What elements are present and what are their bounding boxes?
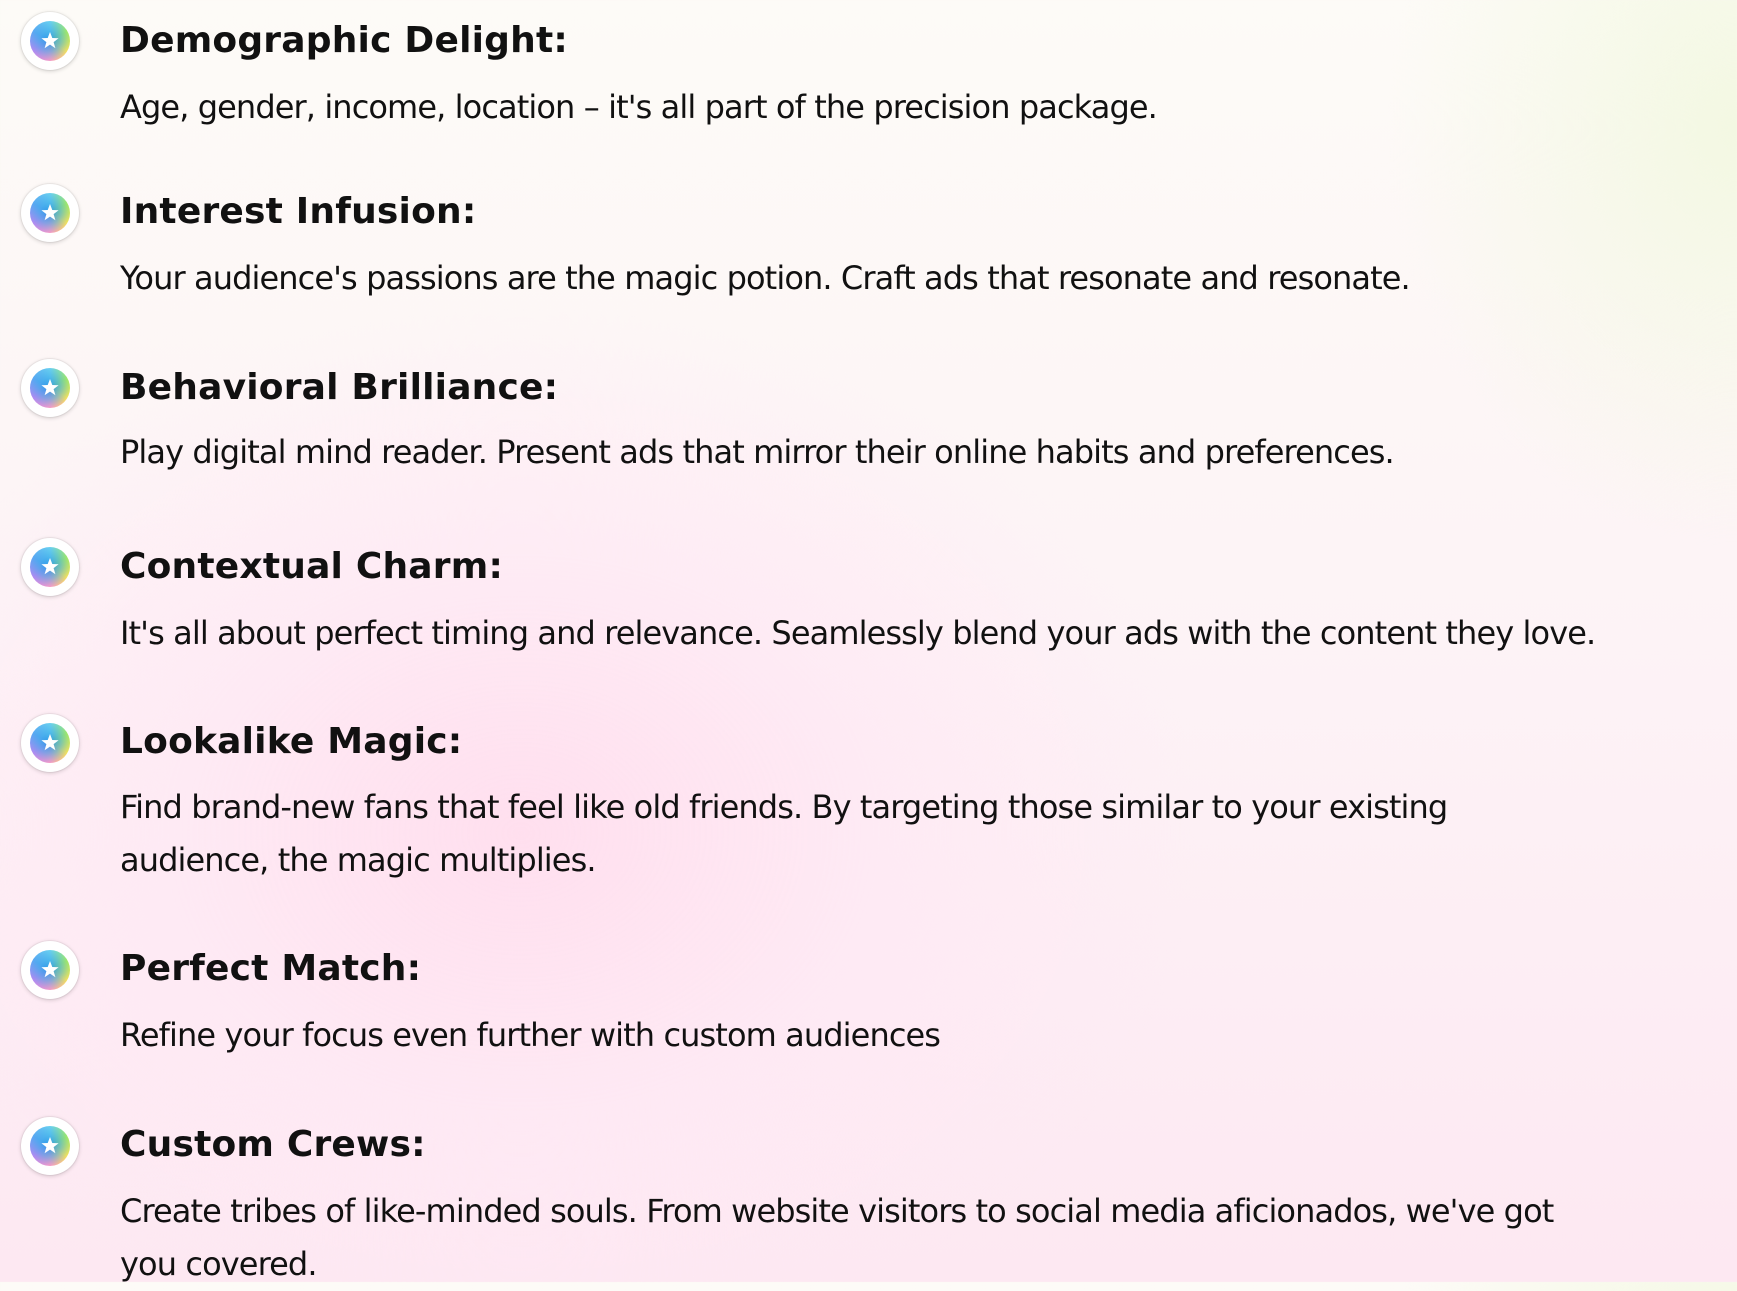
star-bullet-icon [21, 941, 79, 999]
feature-description: Refine your focus even further with cust… [120, 1016, 941, 1054]
feature-title: Demographic Delight: [120, 20, 568, 61]
star-bullet-icon [21, 1117, 79, 1175]
star-bullet-icon [21, 714, 79, 772]
feature-title: Contextual Charm: [120, 546, 504, 587]
feature-description: Age, gender, income, location – it's all… [120, 88, 1158, 126]
feature-list: Demographic Delight: Age, gender, income… [0, 0, 1737, 1283]
feature-description: It's all about perfect timing and releva… [120, 614, 1596, 652]
feature-description: Play digital mind reader. Present ads th… [120, 433, 1395, 471]
feature-title: Perfect Match: [120, 948, 422, 989]
star-bullet-icon [21, 184, 79, 242]
star-bullet-icon [21, 359, 79, 417]
feature-title: Behavioral Brilliance: [120, 367, 559, 408]
feature-title: Lookalike Magic: [120, 721, 463, 762]
feature-description: Create tribes of like-minded souls. From… [120, 1192, 1554, 1283]
feature-description: Find brand-new fans that feel like old f… [120, 788, 1448, 879]
feature-title: Custom Crews: [120, 1124, 426, 1165]
star-bullet-icon [21, 12, 79, 70]
feature-title: Interest Infusion: [120, 191, 477, 232]
feature-description: Your audience's passions are the magic p… [120, 259, 1411, 297]
star-bullet-icon [21, 538, 79, 596]
